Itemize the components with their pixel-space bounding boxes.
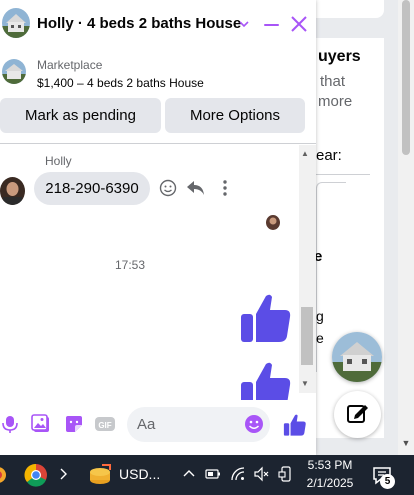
chat-scrollbar-thumb[interactable]: [301, 307, 313, 365]
thumbs-up-icon[interactable]: [239, 292, 293, 344]
new-message-button[interactable]: [334, 391, 381, 438]
listing-thumbnail[interactable]: [2, 59, 26, 84]
battery-icon[interactable]: [205, 466, 221, 482]
minimize-button[interactable]: [263, 12, 281, 36]
taskbar-clock-time[interactable]: 5:53 PM: [304, 458, 356, 472]
phone-link-icon[interactable]: [278, 466, 294, 482]
react-emoji-icon[interactable]: [159, 179, 177, 197]
notification-count-badge: 5: [380, 474, 395, 489]
message-sender-name: Holly: [45, 154, 72, 168]
marketplace-label: Marketplace: [37, 58, 103, 72]
page-scrollbar-thumb[interactable]: [402, 0, 410, 155]
page-scroll-down-arrow[interactable]: ▼: [400, 438, 412, 450]
more-vertical-icon[interactable]: [218, 179, 232, 197]
listing-description[interactable]: $1,400 – 4 beds 2 baths House: [37, 76, 204, 90]
reply-icon[interactable]: [186, 179, 206, 197]
chat-scroll-down-arrow[interactable]: ▼: [301, 379, 309, 388]
stock-widget-icon[interactable]: [86, 460, 114, 490]
message-bubble[interactable]: 218-290-6390: [34, 172, 150, 205]
timestamp-separator: 17:53: [114, 258, 146, 272]
background-text: e: [316, 330, 324, 346]
mark-as-pending-button[interactable]: Mark as pending: [0, 98, 161, 133]
chat-scroll-up-arrow[interactable]: ▲: [301, 149, 309, 158]
taskbar-app-icon[interactable]: [0, 460, 20, 490]
volume-muted-icon[interactable]: [253, 466, 269, 482]
photo-icon[interactable]: [31, 414, 51, 434]
wifi-icon[interactable]: [230, 466, 246, 482]
emoji-icon[interactable]: [244, 414, 264, 434]
marketplace-listing-card: Marketplace $1,400 – 4 beds 2 baths Hous…: [0, 48, 316, 144]
chat-head-avatar[interactable]: [332, 332, 382, 382]
chevron-down-icon[interactable]: [238, 14, 250, 34]
background-subtext: that: [320, 73, 346, 90]
stock-widget-text[interactable]: USD...: [119, 466, 160, 482]
chrome-icon[interactable]: [22, 460, 50, 490]
background-text: g: [316, 308, 324, 324]
show-hidden-icons-chevron[interactable]: [181, 466, 197, 482]
sticker-icon[interactable]: [64, 414, 84, 434]
background-label: ear:: [316, 147, 342, 164]
taskbar-clock-date[interactable]: 2/1/2025: [304, 476, 356, 490]
background-subtext: more: [318, 93, 353, 110]
microphone-icon[interactable]: [0, 414, 20, 434]
seen-avatar: [266, 215, 280, 230]
gif-label: GIF: [98, 421, 111, 430]
send-like-icon[interactable]: [283, 413, 307, 437]
background-heading: uyers: [318, 48, 361, 65]
gif-icon[interactable]: GIF: [95, 414, 115, 434]
more-options-button[interactable]: More Options: [165, 98, 305, 133]
sender-avatar[interactable]: [0, 177, 25, 205]
contact-avatar[interactable]: [2, 8, 30, 38]
chat-title[interactable]: Holly · 4 beds 2 baths House: [37, 15, 241, 32]
chat-window: Holly · 4 beds 2 baths House Marketplace…: [0, 0, 316, 455]
close-button[interactable]: [290, 12, 308, 36]
background-divider: [316, 174, 370, 175]
taskbar-overflow-chevron[interactable]: [58, 466, 70, 482]
